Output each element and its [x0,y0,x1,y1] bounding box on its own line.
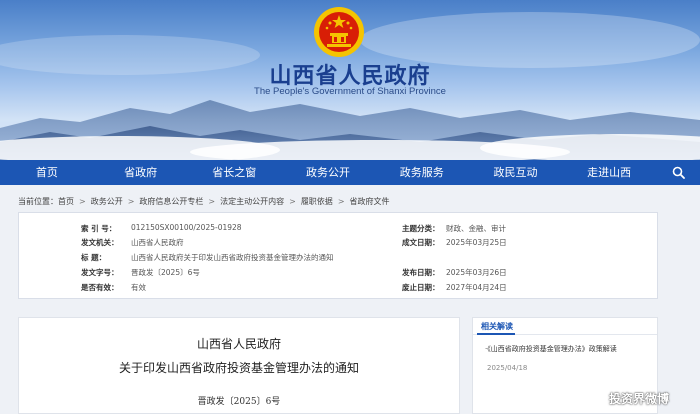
breadcrumb-item-duty-basis[interactable]: 履职依据 [301,196,333,207]
search-icon [672,166,685,179]
weibo-logo-icon [585,391,604,406]
sidebar-heading-underline [477,333,515,335]
nav-search-button[interactable] [656,160,700,185]
meta-row: 发文字号： 晋政发〔2025〕6号 发布日期： 2025年03月26日 [19,267,659,281]
nav-item-government-services[interactable]: 政务服务 [375,160,469,185]
published-date-value: 2025年03月26日 [446,268,507,277]
article-title: 关于印发山西省政府投资基金管理办法的通知 [118,361,359,375]
breadcrumb: 当前位置： 首页 > 政务公开 > 政府信息公开专栏 > 法定主动公开内容 > … [18,193,658,209]
site-subtitle: The People's Government of Shanxi Provin… [254,86,446,97]
breadcrumb-item-info-disclosure[interactable]: 政府信息公开专栏 [139,196,203,207]
created-date-label: 成文日期： [402,238,440,247]
meta-row: 是否有效： 有效 废止日期： 2027年04月24日 [19,282,659,296]
header-banner: 山西省人民政府 The People's Government of Shanx… [0,0,700,160]
document-metadata-box: 索 引 号： 012150SX00100/2025-01928 主题分类： 财政… [18,212,658,299]
validity-value: 有效 [131,283,146,292]
sidebar-heading: 相关解读 [481,322,513,331]
nav-item-government-affairs-disclosure[interactable]: 政务公开 [281,160,375,185]
expiry-date-label: 废止日期： [402,283,440,292]
nav-item-about-shanxi[interactable]: 走进山西 [562,160,656,185]
article-content: 山西省人民政府 关于印发山西省政府投资基金管理办法的通知 晋政发〔2025〕6号 [18,317,460,414]
breadcrumb-separator: > [337,196,345,206]
nav-item-governor-window[interactable]: 省长之窗 [187,160,281,185]
article-doc-number: 晋政发〔2025〕6号 [197,397,281,407]
doc-number-value: 晋政发〔2025〕6号 [131,268,200,277]
interpretation-date: 2025/04/18 [487,364,528,372]
breadcrumb-separator: > [289,196,296,206]
index-value: 012150SX00100/2025-01928 [131,223,242,232]
nav-item-provincial-government[interactable]: 省政府 [94,160,188,185]
title-value: 山西省人民政府关于印发山西省政府投资基金管理办法的通知 [131,253,334,262]
meta-row: 发文机关： 山西省人民政府 成文日期： 2025年03月25日 [19,237,659,251]
breadcrumb-separator: > [208,196,216,206]
issuer-label: 发文机关： [81,238,119,247]
topic-label: 主题分类： [402,224,440,233]
watermark-text: 投资界微博 [609,391,670,406]
breadcrumb-item-government-affairs[interactable]: 政务公开 [91,196,123,207]
interpretation-link[interactable]: ·《山西省政府投资基金管理办法》政策解读 [485,344,617,354]
expiry-date-value: 2027年04月24日 [446,283,507,292]
article-issuer: 山西省人民政府 [196,337,281,351]
nav-item-public-interaction[interactable]: 政民互动 [469,160,563,185]
doc-number-label: 发文字号： [81,268,119,277]
topic-value: 财政、金融、审计 [446,224,506,233]
main-nav: 首页 省政府 省长之窗 政务公开 政务服务 政民互动 走进山西 [0,160,700,185]
breadcrumb-item-provincial-documents[interactable]: 省政府文件 [350,196,390,207]
breadcrumb-separator: > [79,196,86,206]
weibo-watermark: 投资界微博 [585,386,695,410]
breadcrumb-item-statutory-disclosure[interactable]: 法定主动公开内容 [220,196,284,207]
issuer-value: 山西省人民政府 [131,238,184,247]
published-date-label: 发布日期： [402,268,440,277]
meta-row: 索 引 号： 012150SX00100/2025-01928 主题分类： 财政… [19,223,659,237]
national-emblem-icon [314,7,364,57]
created-date-value: 2025年03月25日 [446,238,507,247]
index-label: 索 引 号： [81,224,117,233]
breadcrumb-prefix: 当前位置： [18,196,58,206]
breadcrumb-separator: > [127,196,135,206]
breadcrumb-item-home[interactable]: 首页 [58,196,74,207]
nav-item-home[interactable]: 首页 [0,160,94,185]
title-label: 标 题： [81,253,107,262]
validity-label: 是否有效： [81,283,119,292]
meta-row: 标 题： 山西省人民政府关于印发山西省政府投资基金管理办法的通知 [19,252,659,266]
